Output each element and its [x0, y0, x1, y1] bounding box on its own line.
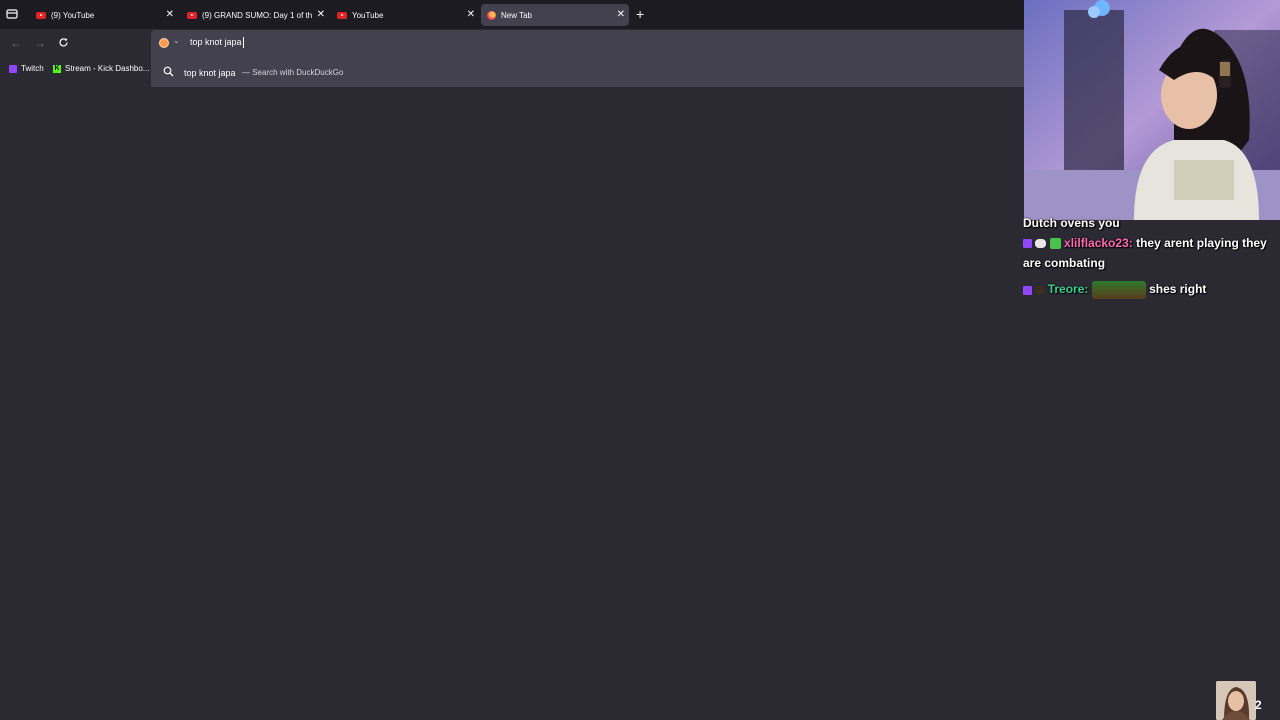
tab-bar: (9) YouTube ✕ (9) GRAND SUMO: Day 1 of t…	[0, 0, 1024, 29]
chat-message-text: Dutch ovens you	[1023, 216, 1120, 230]
close-icon[interactable]: ✕	[166, 8, 174, 22]
tab-new-tab[interactable]: New Tab ✕	[481, 4, 629, 26]
search-icon	[163, 66, 174, 77]
cat-emote-icon	[1049, 238, 1061, 250]
bookmarks-toolbar: Twitch K Stream - Kick Dashbo...	[0, 57, 151, 85]
reload-icon[interactable]	[58, 37, 69, 48]
youtube-icon	[187, 11, 197, 19]
twitch-icon	[9, 64, 17, 73]
youtube-icon	[337, 11, 347, 19]
url-suggestion-row[interactable]: top knot japa — Search with DuckDuckGo	[151, 57, 1024, 88]
chat-message-text: shes right	[1149, 282, 1207, 297]
tab-label: New Tab	[501, 10, 532, 20]
forward-arrow-icon[interactable]: →	[34, 36, 46, 50]
kick-icon: K	[53, 64, 61, 73]
grass-emote-icon	[1091, 281, 1146, 299]
url-bar[interactable]: ⌄ top knot japa	[151, 30, 1024, 57]
chat-username: Treore:	[1047, 282, 1089, 297]
cloud-badge-icon	[1035, 239, 1047, 249]
chat-message-continued: are combating	[1023, 256, 1105, 270]
chat-line-partial: Dutch ovens you	[1023, 216, 1120, 230]
close-icon[interactable]: ✕	[467, 8, 475, 22]
bookmark-kick-dashboard[interactable]: K Stream - Kick Dashbo...	[53, 64, 149, 73]
webcam-feed-image	[1024, 0, 1280, 220]
viewer-count: 2	[1255, 698, 1262, 712]
back-arrow-icon[interactable]: ←	[10, 36, 22, 50]
twitch-badge-icon	[1023, 285, 1032, 295]
chevron-down-icon[interactable]: ⌄	[173, 36, 180, 45]
tab-label: (9) GRAND SUMO: Day 1 of the	[202, 10, 312, 20]
webcam-overlay	[1024, 0, 1280, 220]
suggestion-description: — Search with DuckDuckGo	[242, 68, 344, 77]
firefox-icon	[487, 10, 496, 20]
bookmark-label: Stream - Kick Dashbo...	[65, 64, 150, 73]
youtube-icon	[36, 11, 46, 19]
twitch-badge-icon	[1023, 239, 1032, 249]
close-icon[interactable]: ✕	[317, 8, 325, 22]
bookmark-twitch[interactable]: Twitch	[9, 64, 44, 73]
chat-message: xlilflacko23: they arent playing they	[1023, 236, 1267, 250]
bookmark-label: Twitch	[21, 64, 44, 73]
avatar-image	[1216, 681, 1256, 720]
chat-message-text: are combating	[1023, 256, 1106, 270]
url-input[interactable]: top knot japa	[190, 37, 244, 49]
tab-label: YouTube	[352, 10, 384, 20]
close-icon[interactable]: ✕	[617, 8, 625, 22]
tab-grand-sumo[interactable]: (9) GRAND SUMO: Day 1 of the ✕	[181, 4, 329, 26]
suggestion-query: top knot japa	[184, 68, 236, 78]
tab-youtube-1[interactable]: (9) YouTube ✕	[30, 4, 178, 26]
chat-message: Treore: shes right	[1023, 281, 1206, 299]
chat-message-text: they arent playing they	[1136, 236, 1267, 250]
tab-youtube-2[interactable]: YouTube ✕	[331, 4, 479, 26]
list-all-tabs-icon[interactable]	[6, 8, 18, 20]
chat-username: xlilflacko23:	[1064, 236, 1133, 250]
viewer-avatar	[1216, 681, 1256, 720]
brave-shield-icon[interactable]	[159, 38, 169, 48]
tab-label: (9) YouTube	[51, 10, 95, 20]
sub-badge-icon	[1035, 285, 1045, 295]
new-tab-plus-icon[interactable]: +	[636, 6, 644, 22]
text-caret	[242, 37, 244, 49]
